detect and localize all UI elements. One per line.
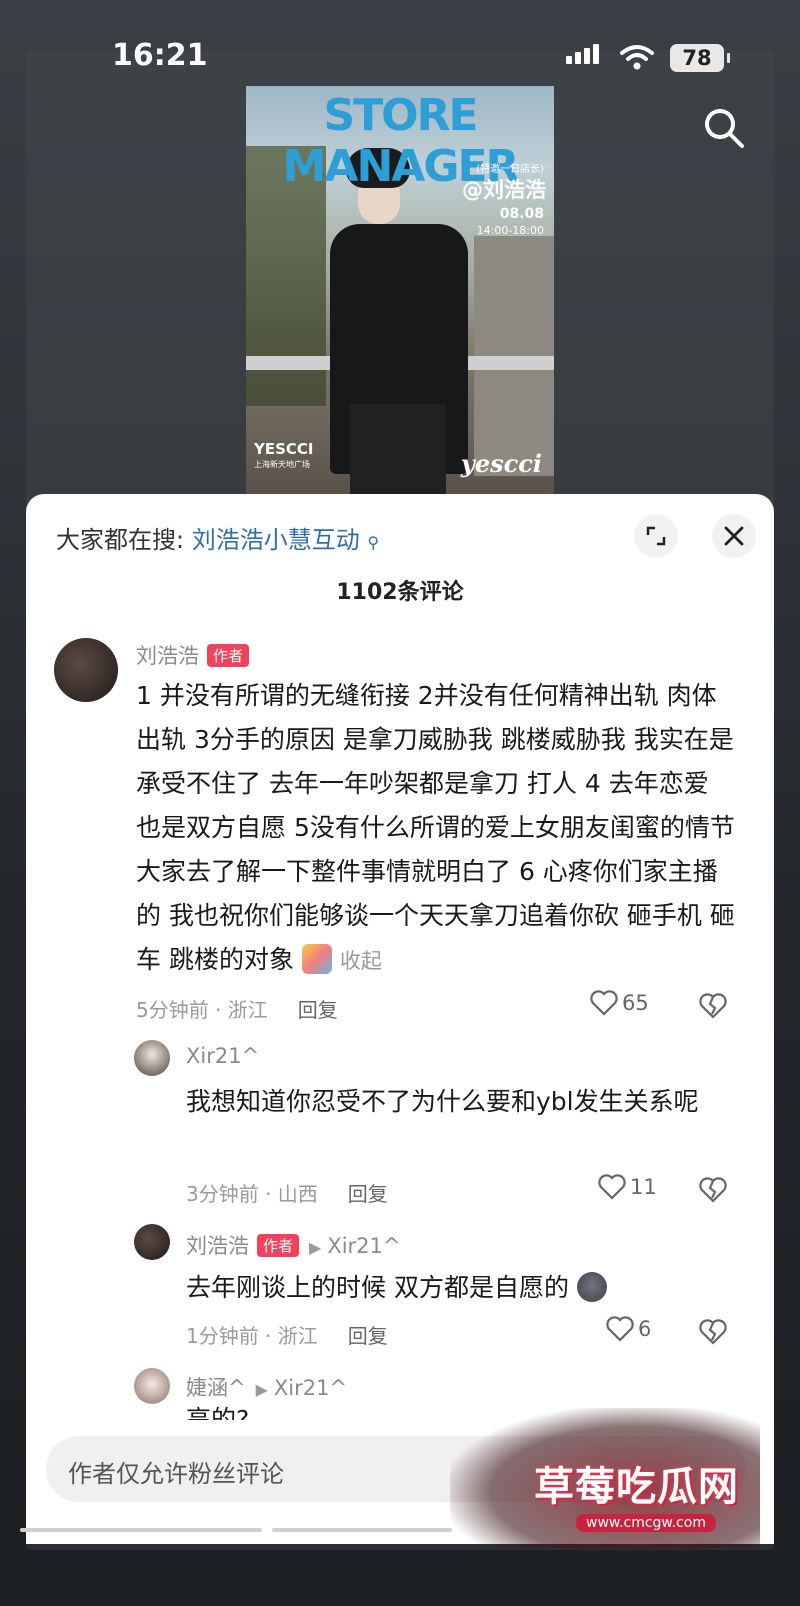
watermark-text: 草莓吃瓜网 (534, 1464, 739, 1510)
author-badge: 作者 (257, 1234, 300, 1257)
like-count: 65 (622, 991, 649, 1015)
emoji-icon (301, 944, 332, 974)
heart-icon (598, 1174, 626, 1200)
home-indicator (272, 1528, 452, 1532)
reply-arrow-icon: ▶ (309, 1238, 322, 1257)
collapse-link[interactable]: 收起 (340, 949, 382, 973)
poster-date: 08.08 (499, 206, 544, 222)
broken-heart-icon[interactable] (698, 992, 728, 1020)
username-text[interactable]: 婕涵^ (186, 1376, 246, 1400)
expand-button[interactable] (634, 514, 678, 558)
avatar[interactable] (54, 638, 118, 702)
heart-icon (590, 990, 618, 1016)
search-small-icon: ⚲ (367, 533, 380, 552)
expand-icon (646, 526, 666, 546)
comment-username[interactable]: 刘浩浩 作者 ▶ Xir21^ (186, 1230, 401, 1260)
status-time: 16:21 (112, 38, 208, 73)
trending-search-keyword[interactable]: 刘浩浩小慧互动 (192, 526, 360, 554)
wifi-icon (620, 45, 654, 70)
poster-subtitle: (特邀一日店长) (476, 164, 544, 175)
poster-brand-left-sub: 上海新天地广场 (254, 460, 310, 469)
reply-arrow-icon: ▶ (255, 1380, 268, 1399)
home-indicator (20, 1528, 262, 1532)
heart-icon (606, 1316, 634, 1342)
close-button[interactable] (712, 514, 756, 558)
reply-button[interactable]: 回复 (348, 1324, 388, 1348)
like-button[interactable]: 65 (590, 990, 649, 1016)
avatar[interactable] (134, 1224, 170, 1260)
broken-heart-icon[interactable] (698, 1176, 728, 1204)
comment-meta: 1分钟前 · 浙江 回复 (186, 1320, 388, 1349)
comment-text: 1 并没有所谓的无缝衔接 2并没有任何精神出轨 肉体出轨 3分手的原因 是拿刀威… (136, 674, 736, 983)
close-icon (724, 526, 744, 546)
comment-username[interactable]: 婕涵^ ▶ Xir21^ (186, 1372, 347, 1402)
comment-meta: 3分钟前 · 山西 回复 (186, 1178, 388, 1207)
comment-time: 5分钟前 · 浙江 (136, 998, 268, 1022)
poster-time: 14:00-18:00 (476, 224, 544, 237)
search-icon[interactable] (702, 106, 746, 150)
comment-username[interactable]: 刘浩浩 作者 (136, 640, 250, 670)
comment-text: 我想知道你忍受不了为什么要和ybl发生关系呢 (186, 1087, 699, 1116)
poster-image[interactable]: STORE MANAGER (特邀一日店长) @刘浩浩 08.08 14:00-… (246, 86, 554, 494)
username-text[interactable]: 刘浩浩 (186, 1234, 249, 1258)
poster-brand-right: yescci (460, 449, 542, 478)
reply-button[interactable]: 回复 (348, 1182, 388, 1206)
poster-handle: @刘浩浩 (462, 178, 546, 202)
username-text[interactable]: 刘浩浩 (136, 644, 199, 668)
comment-meta: 5分钟前 · 浙江 回复 (136, 994, 338, 1023)
avatar[interactable] (134, 1368, 170, 1404)
reply-to-user[interactable]: Xir21^ (274, 1376, 347, 1400)
comment-username[interactable]: Xir21^ (186, 1044, 259, 1068)
battery-indicator: 78 (670, 44, 730, 72)
comment-count: 1102条评论 (336, 580, 464, 605)
like-button[interactable]: 11 (598, 1174, 657, 1200)
comment-sheet: 大家都在搜: 刘浩浩小慧互动 ⚲ 1102条评论 刘浩浩 作者 1 并没有所谓的无… (26, 494, 774, 1544)
watermark-url: www.cmcgw.com (576, 1514, 716, 1532)
comment-text: 去年刚谈上的时候 双方都是自愿的 (186, 1266, 726, 1310)
trending-search-prefix: 大家都在搜: (56, 526, 185, 554)
comment-body: 1 并没有所谓的无缝衔接 2并没有任何精神出轨 肉体出轨 3分手的原因 是拿刀威… (136, 681, 735, 974)
reply-to-user[interactable]: Xir21^ (327, 1234, 400, 1258)
avatar[interactable] (134, 1040, 170, 1076)
poster-person-legs (350, 404, 446, 494)
like-count: 6 (638, 1317, 652, 1341)
signal-icon (566, 44, 599, 64)
emoji-icon (576, 1272, 607, 1302)
like-count: 11 (630, 1175, 657, 1199)
like-button[interactable]: 6 (606, 1316, 651, 1342)
comment-time: 1分钟前 · 浙江 (186, 1324, 318, 1348)
poster-brand-left: YESCCI (254, 440, 314, 458)
trending-search[interactable]: 大家都在搜: 刘浩浩小慧互动 ⚲ (56, 520, 379, 555)
broken-heart-icon[interactable] (698, 1318, 728, 1346)
author-badge: 作者 (207, 644, 250, 667)
reply-button[interactable]: 回复 (298, 998, 338, 1022)
comment-body: 去年刚谈上的时候 双方都是自愿的 (186, 1273, 569, 1302)
comment-input-placeholder: 作者仅允许粉丝评论 (68, 1460, 284, 1488)
watermark: 草莓吃瓜网 www.cmcgw.com (450, 1408, 760, 1548)
comment-time: 3分钟前 · 山西 (186, 1182, 318, 1206)
